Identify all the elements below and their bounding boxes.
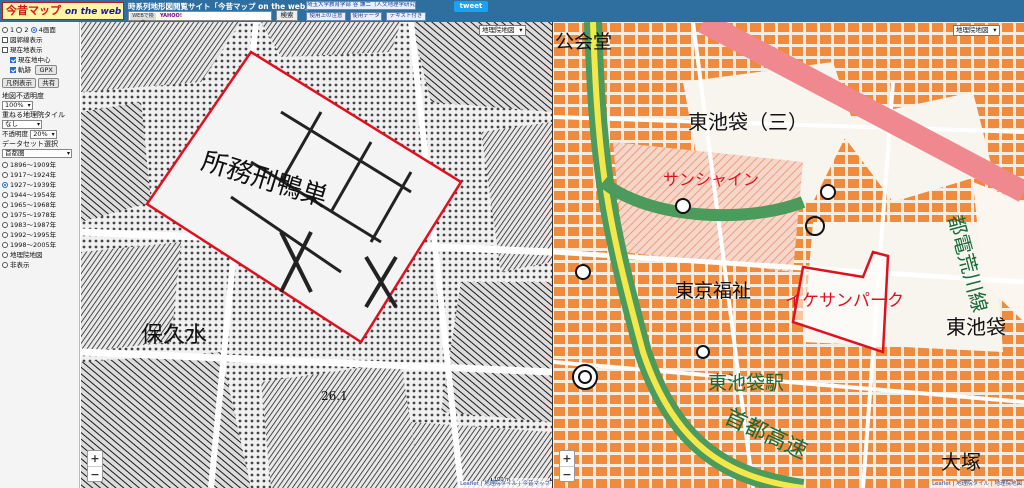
checkbox-center-location[interactable] bbox=[10, 57, 16, 63]
search-engine-yahoo[interactable]: YAHOO! bbox=[158, 13, 184, 20]
checkbox-track[interactable] bbox=[10, 67, 16, 73]
link-usage-notes[interactable]: 使用上の注意 bbox=[306, 12, 346, 21]
current-layer-select[interactable]: 地理院地図 bbox=[953, 25, 1000, 36]
label-hozu: 保久水 bbox=[141, 323, 207, 348]
logo-main-text: 今昔マップ bbox=[6, 4, 61, 17]
period-radio[interactable] bbox=[2, 182, 8, 188]
period-item[interactable]: 1975〜1978年 bbox=[2, 210, 77, 220]
period-item[interactable]: 1896〜1909年 bbox=[2, 160, 77, 170]
post-office-icon-2 bbox=[820, 184, 836, 200]
period-radio[interactable] bbox=[2, 252, 8, 258]
checkbox-range-lines[interactable] bbox=[2, 37, 8, 43]
label-elevation-code: 26.1 bbox=[321, 389, 348, 403]
option-current-location[interactable]: 現在地表示 bbox=[2, 45, 77, 55]
zoom-in-button[interactable]: + bbox=[560, 451, 574, 466]
current-zoom-control: + − bbox=[559, 450, 575, 482]
historic-attribution[interactable]: Leaflet | 地理院タイル | 今昔マップ bbox=[458, 481, 552, 488]
link-data-used[interactable]: 使用データ bbox=[350, 12, 382, 21]
zoom-out-button[interactable]: − bbox=[560, 466, 574, 481]
dataset-label: データセット選択 bbox=[2, 140, 58, 148]
gpx-button[interactable]: GPX bbox=[35, 65, 57, 75]
historic-layer-select[interactable]: 地理院地図 bbox=[479, 25, 526, 36]
period-item[interactable]: 1992〜1995年 bbox=[2, 230, 77, 240]
site-logo[interactable]: 今昔マップ on the web bbox=[2, 2, 124, 20]
period-item[interactable]: 1944〜1954年 bbox=[2, 190, 77, 200]
screen-count-selector: 1 2 4画面 bbox=[2, 25, 77, 35]
label-otsuka: 大塚 bbox=[941, 450, 981, 474]
period-list: 1896〜1909年 1917〜1924年 1927〜1939年 1944〜19… bbox=[2, 160, 77, 270]
logo-sub-text: on the web bbox=[64, 7, 122, 17]
current-map-canvas[interactable]: 公会堂 東池袋（三） サンシャイン 東京福祉 イケサンパーク 東池袋駅 首都高速… bbox=[553, 22, 1024, 488]
option-center-location[interactable]: 現在地中心 bbox=[2, 55, 77, 65]
period-item[interactable]: 1927〜1939年 bbox=[2, 180, 77, 190]
tweet-button[interactable]: tweet bbox=[454, 1, 488, 12]
label-ikesun-park: イケサンパーク bbox=[785, 291, 904, 311]
period-radio[interactable] bbox=[2, 242, 8, 248]
option-range-lines[interactable]: 図郭線表示 bbox=[2, 35, 77, 45]
label-kokaido: 公会堂 bbox=[555, 31, 612, 53]
label-tokyo-fukushi: 東京福祉 bbox=[675, 280, 751, 302]
period-item[interactable]: 非表示 bbox=[2, 260, 77, 270]
overlay-opacity-select[interactable]: 20% bbox=[30, 129, 57, 139]
opacity-label: 地図不透明度 bbox=[2, 92, 44, 100]
radio-screen-2[interactable] bbox=[16, 27, 23, 33]
legend-button[interactable]: 凡例表示 bbox=[2, 78, 36, 88]
label-sunshine: サンシャイン bbox=[663, 170, 759, 189]
zoom-in-button[interactable]: + bbox=[88, 451, 102, 466]
period-radio[interactable] bbox=[2, 192, 8, 198]
police-icon bbox=[575, 264, 591, 280]
opacity-select[interactable]: 100% bbox=[2, 101, 33, 110]
control-panel: 1 2 4画面 図郭線表示 現在地表示 現在地中心 軌跡 GPX 凡例表示 共有… bbox=[0, 22, 80, 488]
panel-buttons: 凡例表示 共有 bbox=[2, 78, 77, 88]
overlay-select[interactable]: なし bbox=[2, 120, 42, 129]
link-university[interactable]: 埼玉大学教育学部 谷 謙二（人文地理学研究室） bbox=[306, 1, 416, 10]
app-header: 今昔マップ on the web 時系列地形図閲覧サイト「今昔マップ on th… bbox=[0, 0, 1024, 26]
period-item[interactable]: 1917〜1924年 bbox=[2, 170, 77, 180]
period-radio[interactable] bbox=[2, 222, 8, 228]
historic-map-pane[interactable]: 所務刑鴨巣 保久水 26.1 地理院地図 + − 100 m Leaflet |… bbox=[81, 22, 552, 488]
dataset-select[interactable]: 首都圏 bbox=[2, 149, 72, 158]
period-radio[interactable] bbox=[2, 202, 8, 208]
label-higashi-ikebukuro: 東池袋 bbox=[946, 315, 1006, 339]
overlay-opacity-label: 不透明度 bbox=[2, 130, 28, 138]
period-radio[interactable] bbox=[2, 162, 8, 168]
search-input[interactable]: WEBで検索 YAHOO! bbox=[128, 11, 272, 26]
period-radio[interactable] bbox=[2, 232, 8, 238]
search-engine-web[interactable]: WEBで検索 bbox=[130, 13, 156, 26]
post-office-icon bbox=[675, 198, 691, 214]
period-radio[interactable] bbox=[2, 172, 8, 178]
option-track[interactable]: 軌跡 GPX bbox=[2, 65, 77, 75]
station-icon bbox=[572, 364, 598, 390]
period-item[interactable]: 1965〜1968年 bbox=[2, 200, 77, 210]
share-button[interactable]: 共有 bbox=[38, 78, 60, 88]
period-item[interactable]: 1998〜2005年 bbox=[2, 240, 77, 250]
zoom-out-button[interactable]: − bbox=[88, 466, 102, 481]
label-higashi-ikebukuro-3: 東池袋（三） bbox=[688, 110, 808, 134]
historic-zoom-control: + − bbox=[87, 450, 103, 482]
checkbox-current-location[interactable] bbox=[2, 47, 8, 53]
overlay-label: 重ねる地理院タイル bbox=[2, 111, 65, 119]
period-radio[interactable] bbox=[2, 262, 8, 268]
period-item[interactable]: 1983〜1987年 bbox=[2, 220, 77, 230]
search-button[interactable]: 検索 bbox=[276, 10, 298, 21]
link-text-version[interactable]: テキスト付き bbox=[386, 12, 426, 21]
radio-screen-1[interactable] bbox=[2, 27, 8, 33]
current-attribution[interactable]: Leaflet | 地理院タイル | 地理院地図 bbox=[930, 481, 1024, 488]
school-icon bbox=[696, 345, 710, 359]
current-map-pane[interactable]: 公会堂 東池袋（三） サンシャイン 東京福祉 イケサンパーク 東池袋駅 首都高速… bbox=[553, 22, 1024, 488]
period-item[interactable]: 地理院地図 bbox=[2, 250, 77, 260]
period-radio[interactable] bbox=[2, 212, 8, 218]
historic-map-canvas[interactable]: 所務刑鴨巣 保久水 26.1 bbox=[81, 22, 552, 488]
radio-screen-4[interactable] bbox=[30, 27, 37, 33]
label-higashi-ikebukuro-station: 東池袋駅 bbox=[708, 372, 784, 394]
